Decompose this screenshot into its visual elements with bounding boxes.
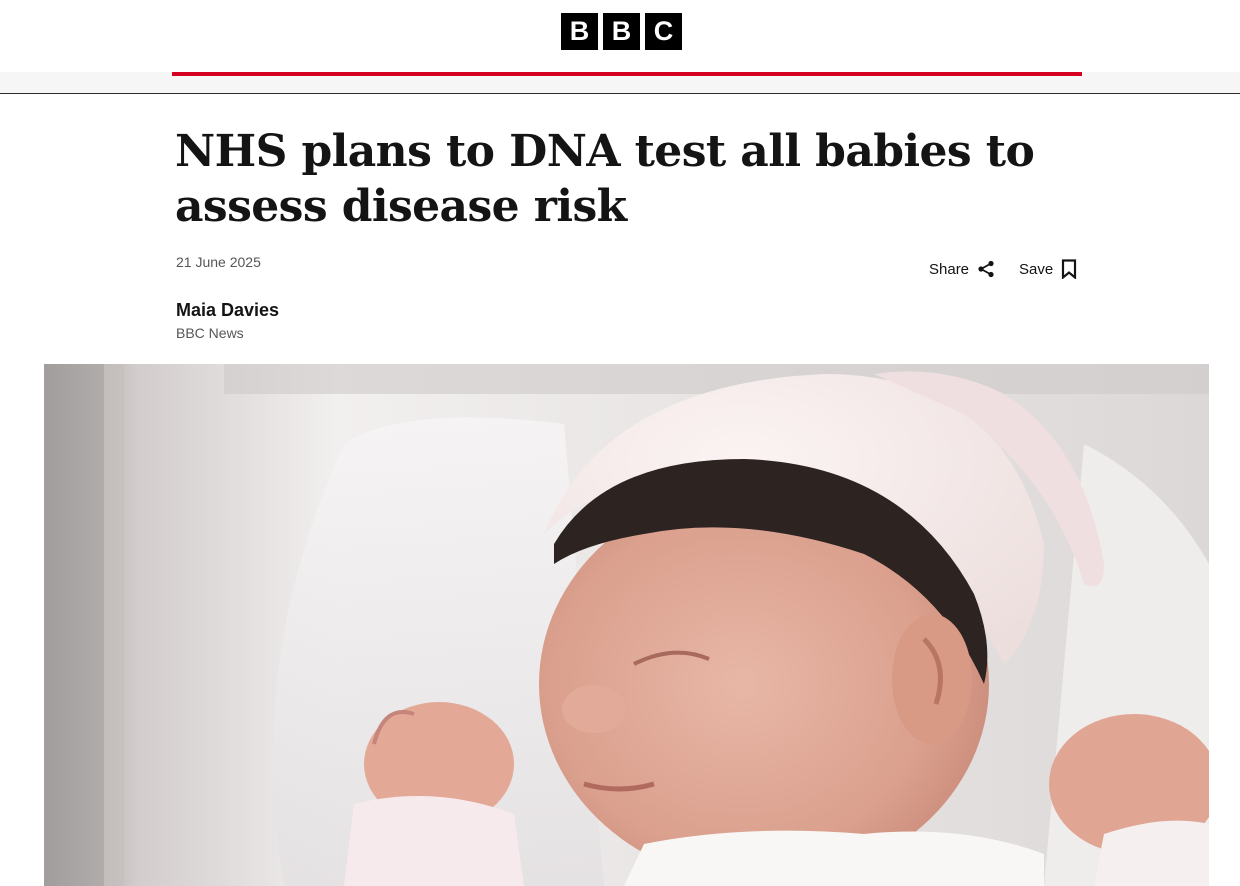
bookmark-icon [1061, 259, 1077, 279]
navigation-bar [0, 72, 1240, 94]
save-button[interactable]: Save [1019, 259, 1077, 279]
share-icon [977, 260, 995, 278]
publish-date: 21 June 2025 [176, 254, 261, 270]
article-actions: Share Save [929, 259, 1077, 279]
masthead: B B C [0, 0, 1240, 72]
bbc-logo[interactable]: B B C [561, 13, 682, 50]
author-name: Maia Davies [176, 300, 280, 320]
author-organisation: BBC News [176, 325, 244, 341]
logo-letter: B [561, 13, 598, 50]
logo-letter: C [645, 13, 682, 50]
hero-image [44, 364, 1209, 886]
save-label: Save [1019, 260, 1054, 278]
share-button[interactable]: Share [929, 260, 995, 278]
logo-letter: B [603, 13, 640, 50]
article-headline: NHS plans to DNA test all babies to asse… [175, 126, 1035, 232]
share-label: Share [929, 260, 970, 278]
section-accent-rule [172, 72, 1082, 76]
